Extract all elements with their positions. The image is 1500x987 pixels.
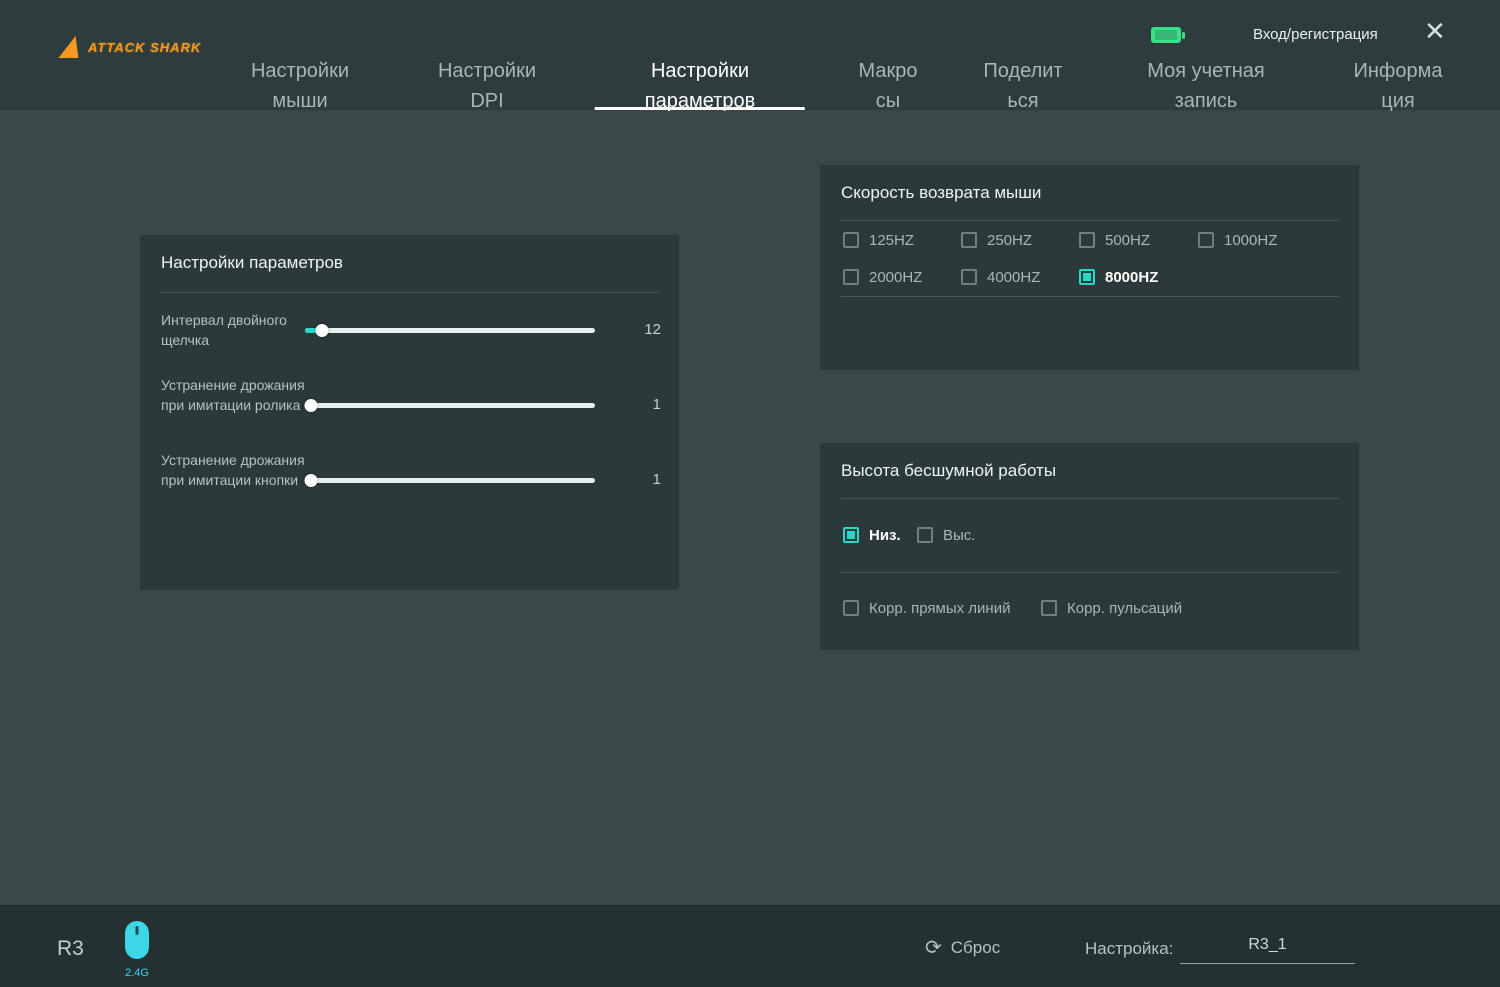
divider — [841, 498, 1339, 499]
tab-macros[interactable]: Макро сы — [858, 56, 917, 116]
polling-rate-panel: Скорость возврата мыши 125HZ 250HZ 500HZ… — [820, 165, 1359, 370]
brand-name: ATTACK SHARK — [88, 40, 201, 55]
login-link[interactable]: Вход/регистрация — [1253, 26, 1378, 43]
tab-my-account[interactable]: Моя учетная запись — [1147, 56, 1264, 116]
checkbox-8000hz[interactable]: 8000HZ — [1079, 268, 1158, 286]
divider — [841, 296, 1339, 297]
slider-scroll-jitter[interactable] — [305, 398, 595, 412]
checkbox-box-icon — [917, 527, 933, 543]
slider-handle[interactable] — [304, 474, 317, 487]
slider-track — [305, 478, 595, 483]
profile-name-input[interactable]: R3_1 — [1180, 930, 1355, 964]
slider-label-double-click: Интервал двойного щелчка — [161, 310, 306, 350]
device-name: R3 — [57, 937, 84, 961]
device-connection[interactable]: 2.4G — [116, 920, 158, 979]
checkbox-box-icon — [1041, 600, 1057, 616]
checkbox-1000hz[interactable]: 1000HZ — [1198, 231, 1277, 249]
slider-value: 1 — [611, 396, 661, 413]
header: ATTACK SHARK Настройки мыши Настройки DP… — [0, 0, 1500, 111]
slider-label-scroll-jitter: Устранение дрожания при имитации ролика — [161, 375, 306, 415]
slider-label-button-jitter: Устранение дрожания при имитации кнопки — [161, 450, 306, 490]
divider — [841, 220, 1339, 221]
panel-title: Скорость возврата мыши — [841, 183, 1041, 203]
checkbox-box-icon — [843, 527, 859, 543]
slider-double-click-interval[interactable] — [305, 323, 595, 337]
checkbox-box-icon — [843, 269, 859, 285]
brand-logo: ATTACK SHARK — [62, 36, 201, 58]
panel-title: Высота бесшумной работы — [841, 461, 1056, 481]
tab-share[interactable]: Поделит ься — [983, 56, 1062, 116]
checkbox-box-icon — [843, 600, 859, 616]
slider-button-jitter[interactable] — [305, 473, 595, 487]
slider-handle[interactable] — [304, 399, 317, 412]
slider-track — [305, 328, 595, 333]
checkbox-box-icon — [1079, 269, 1095, 285]
reset-button[interactable]: ⟳ Сброс — [925, 937, 1000, 959]
shark-logo-icon — [58, 36, 85, 58]
checkbox-high[interactable]: Выс. — [917, 526, 975, 544]
checkbox-box-icon — [961, 232, 977, 248]
checkbox-straight-line-correction[interactable]: Корр. прямых линий — [843, 599, 1010, 617]
tab-parameter-settings[interactable]: Настройки параметров — [645, 56, 755, 116]
slider-track — [305, 403, 595, 408]
checkbox-250hz[interactable]: 250HZ — [961, 231, 1032, 249]
footer: R3 2.4G ⟳ Сброс Настройка: R3_1 — [0, 905, 1500, 987]
tab-mouse-settings[interactable]: Настройки мыши — [251, 56, 349, 116]
checkbox-125hz[interactable]: 125HZ — [843, 231, 914, 249]
slider-handle[interactable] — [316, 324, 329, 337]
tab-info[interactable]: Информа ция — [1354, 56, 1443, 116]
slider-value: 1 — [611, 471, 661, 488]
close-icon[interactable]: ✕ — [1424, 16, 1446, 46]
checkbox-500hz[interactable]: 500HZ — [1079, 231, 1150, 249]
parameter-settings-panel: Настройки параметров Интервал двойного щ… — [140, 235, 679, 590]
slider-value: 12 — [611, 321, 661, 338]
silent-height-panel: Высота бесшумной работы Низ. Выс. Корр. … — [820, 443, 1359, 650]
checkbox-box-icon — [1079, 232, 1095, 248]
connection-label: 2.4G — [116, 967, 158, 979]
checkbox-ripple-correction[interactable]: Корр. пульсаций — [1041, 599, 1182, 617]
divider — [841, 572, 1339, 573]
refresh-icon: ⟳ — [925, 937, 942, 959]
divider — [161, 292, 659, 293]
battery-icon — [1150, 26, 1186, 50]
mouse-icon — [124, 920, 150, 960]
panel-title: Настройки параметров — [161, 253, 343, 273]
checkbox-box-icon — [843, 232, 859, 248]
tab-dpi-settings[interactable]: Настройки DPI — [438, 56, 536, 116]
checkbox-low[interactable]: Низ. — [843, 526, 901, 544]
checkbox-2000hz[interactable]: 2000HZ — [843, 268, 922, 286]
checkbox-box-icon — [961, 269, 977, 285]
checkbox-4000hz[interactable]: 4000HZ — [961, 268, 1040, 286]
checkbox-box-icon — [1198, 232, 1214, 248]
profile-label: Настройка: — [1085, 939, 1173, 959]
